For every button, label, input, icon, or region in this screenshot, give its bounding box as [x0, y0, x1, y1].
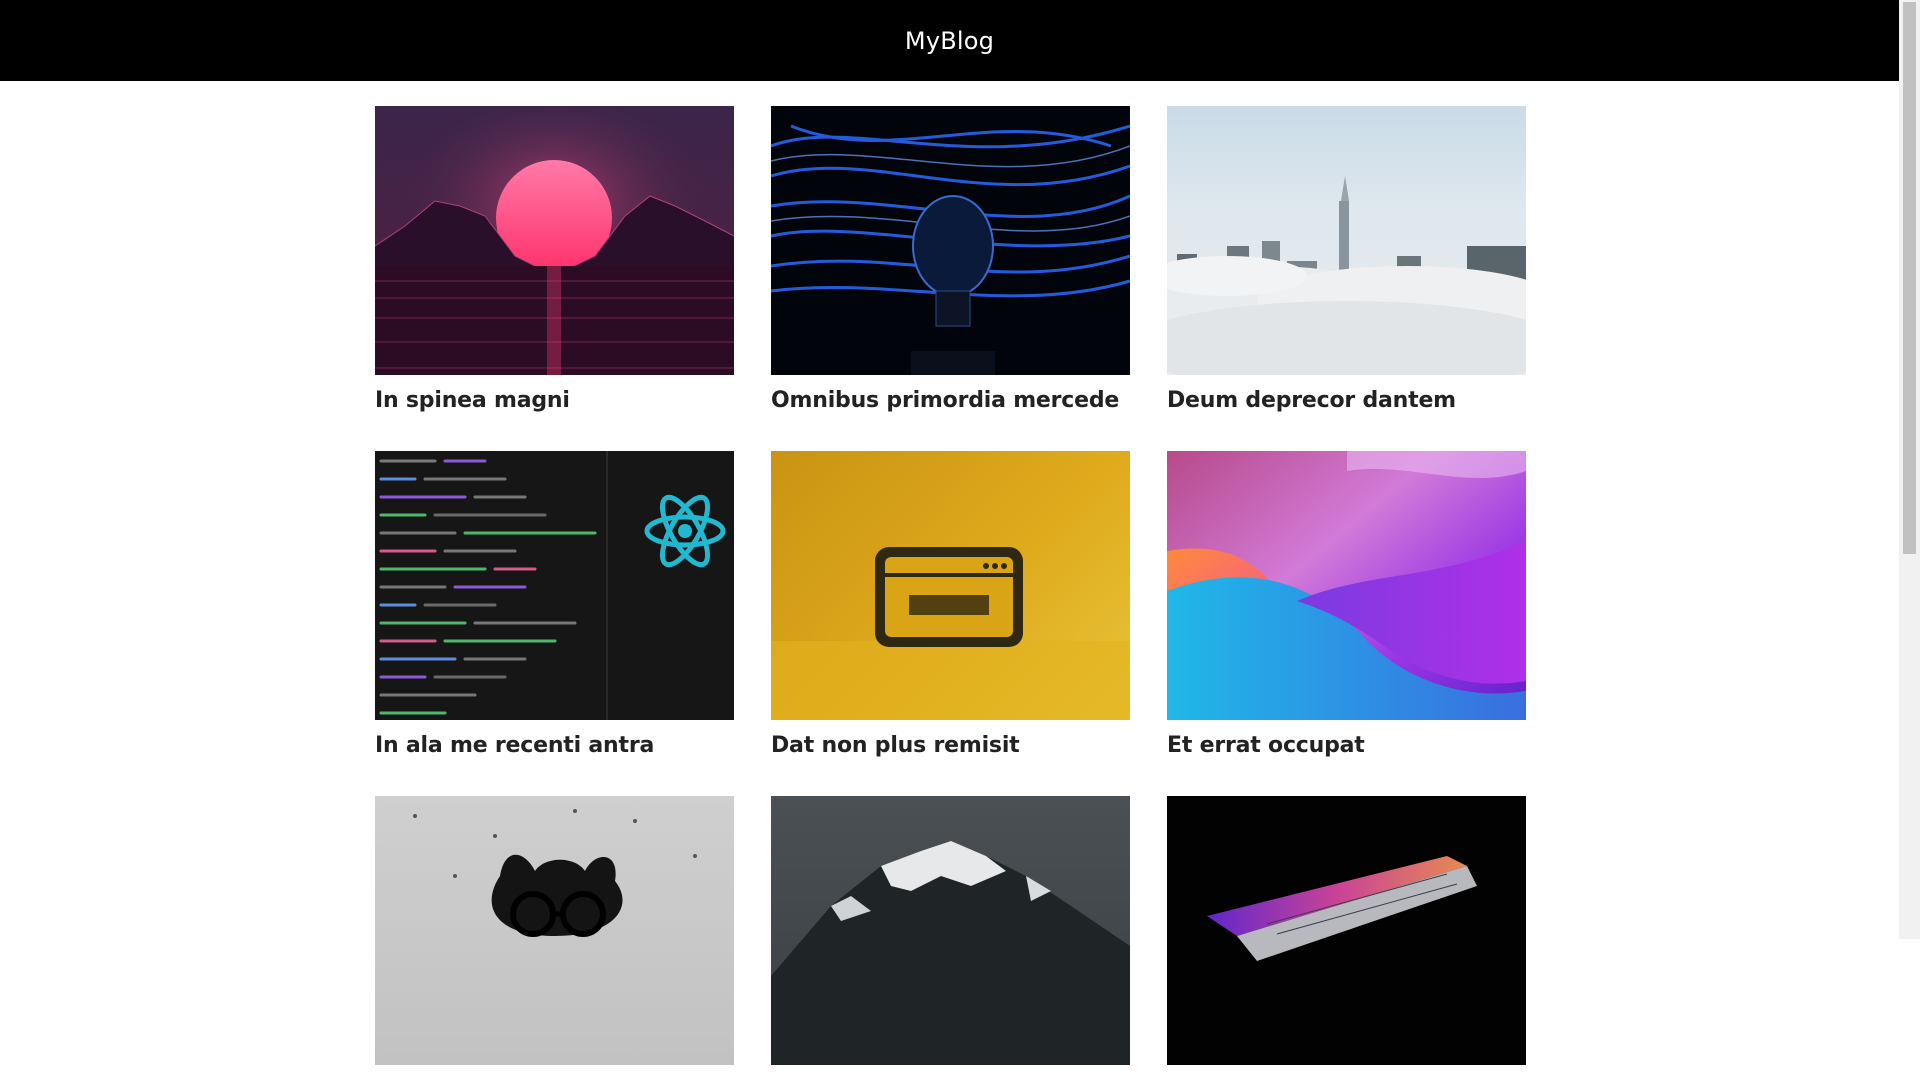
synthwave-sunset-image[interactable]	[375, 106, 734, 375]
site-header: MyBlog	[0, 0, 1899, 81]
post-card[interactable]: Omnibus primordia mercede	[771, 106, 1130, 413]
post-title[interactable]: Et errat occupat	[1167, 733, 1526, 758]
post-title[interactable]: Omnibus primordia mercede	[771, 388, 1130, 413]
post-card[interactable]: In ala me recenti antra	[375, 451, 734, 758]
page-scrollbar[interactable]	[1899, 0, 1920, 939]
post-card[interactable]: In spinea magni	[375, 106, 734, 413]
dog-with-glasses-image[interactable]	[375, 796, 734, 1065]
post-title[interactable]: Dat non plus remisit	[771, 733, 1130, 758]
post-grid: In spinea magni Omnibus primordia merced…	[375, 106, 1526, 1078]
post-card[interactable]: Deum deprecor dantem	[1167, 106, 1526, 413]
post-title[interactable]: In spinea magni	[375, 388, 734, 413]
html-icon-yellow-image[interactable]	[771, 451, 1130, 720]
site-brand[interactable]: MyBlog	[905, 27, 994, 55]
post-card[interactable]	[375, 796, 734, 1078]
lightbulb-blue-light-image[interactable]	[771, 106, 1130, 375]
city-above-clouds-image[interactable]	[1167, 106, 1526, 375]
post-title[interactable]: In ala me recenti antra	[375, 733, 734, 758]
post-card[interactable]: Et errat occupat	[1167, 451, 1526, 758]
react-code-editor-image[interactable]	[375, 451, 734, 720]
post-card[interactable]: Dat non plus remisit	[771, 451, 1130, 758]
post-title[interactable]: Deum deprecor dantem	[1167, 388, 1526, 413]
scrollbar-thumb[interactable]	[1903, 2, 1916, 554]
snowy-mountain-image[interactable]	[771, 796, 1130, 1065]
post-card[interactable]	[1167, 796, 1526, 1078]
post-card[interactable]	[771, 796, 1130, 1078]
abstract-gradient-waves-image[interactable]	[1167, 451, 1526, 720]
laptop-neon-image[interactable]	[1167, 796, 1526, 1065]
